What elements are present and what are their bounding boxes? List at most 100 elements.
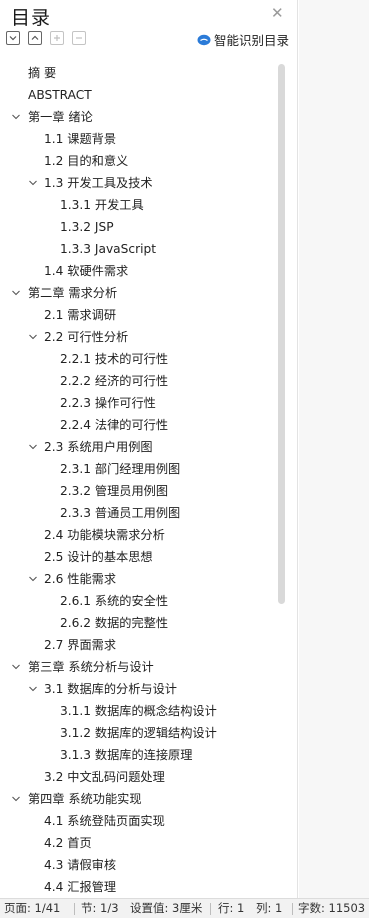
status-word-count[interactable]: 字数: 11503 <box>298 899 365 918</box>
toc-item-label: 3.2 中文乱码问题处理 <box>44 770 165 784</box>
toc-item[interactable]: 2.3.1 部门经理用例图 <box>0 458 284 480</box>
toc-item-label: ABSTRACT <box>28 88 92 102</box>
panel-title: 目录 <box>11 7 52 29</box>
toc-item-label: 4.4 汇报管理 <box>44 880 117 894</box>
toc-item-label: 1.3.1 开发工具 <box>60 198 144 212</box>
expand-all-icon[interactable] <box>6 31 20 45</box>
toc-item[interactable]: 2.3.3 普通员工用例图 <box>0 502 284 524</box>
toc-item[interactable]: 1.1 课题背景 <box>0 128 284 150</box>
chevron-down-icon[interactable] <box>28 332 38 342</box>
toc-item-label: 第三章 系统分析与设计 <box>28 660 154 674</box>
toc-item[interactable]: 1.3 开发工具及技术 <box>0 172 284 194</box>
scrollbar-thumb[interactable] <box>278 64 285 604</box>
toc-item-label: 2.6 性能需求 <box>44 572 117 586</box>
toc-item-label: 2.3.1 部门经理用例图 <box>60 462 181 476</box>
toc-tree: 摘 要 ABSTRACT 第一章 绪论 1.1 课题背景 1.2 目的和意义 1.3 开发… <box>0 62 284 898</box>
status-page[interactable]: 页面: 1/41 <box>4 899 60 918</box>
toc-item[interactable]: 摘 要 <box>0 62 284 84</box>
toc-item[interactable]: 4.1 系统登陆页面实现 <box>0 810 284 832</box>
toc-item[interactable]: 3.2 中文乱码问题处理 <box>0 766 284 788</box>
status-setting: 设置值: 3厘米 <box>130 901 203 915</box>
smart-toc-label: 智能识别目录 <box>213 33 289 48</box>
chevron-down-icon[interactable] <box>28 178 38 188</box>
toc-item[interactable]: 2.6.2 数据的完整性 <box>0 612 284 634</box>
close-icon[interactable]: ✕ <box>271 4 284 22</box>
toc-item[interactable]: 3.1.1 数据库的概念结构设计 <box>0 700 284 722</box>
status-divider <box>74 903 75 915</box>
toc-item-label: 3.1.3 数据库的连接原理 <box>60 748 193 762</box>
toc-item[interactable]: 2.2.4 法律的可行性 <box>0 414 284 436</box>
toc-item[interactable]: 2.4 功能模块需求分析 <box>0 524 284 546</box>
toc-item-label: 2.6.1 系统的安全性 <box>60 594 169 608</box>
toc-item[interactable]: 2.5 设计的基本思想 <box>0 546 284 568</box>
toc-item[interactable]: 4.4 汇报管理 <box>0 876 284 898</box>
toc-item[interactable]: ABSTRACT <box>0 84 284 106</box>
toc-item-label: 1.3 开发工具及技术 <box>44 176 153 190</box>
toc-item[interactable]: 3.1.2 数据库的逻辑结构设计 <box>0 722 284 744</box>
chevron-down-icon[interactable] <box>28 684 38 694</box>
toc-item[interactable]: 1.2 目的和意义 <box>0 150 284 172</box>
toc-panel: 目录 ✕ 智能识别目录 摘 要 ABSTRACT 第一章 绪论 1.1 课题背景 1.2… <box>0 0 298 898</box>
toc-item-label: 2.2 可行性分析 <box>44 330 129 344</box>
chevron-down-icon[interactable] <box>11 288 21 298</box>
toc-item-label: 第四章 系统功能实现 <box>28 792 142 806</box>
toc-item-label: 1.1 课题背景 <box>44 132 117 146</box>
toc-item[interactable]: 2.7 界面需求 <box>0 634 284 656</box>
cloud-icon <box>197 34 211 45</box>
toc-item-label: 2.2.3 操作可行性 <box>60 396 156 410</box>
smart-toc-button[interactable]: 智能识别目录 <box>197 30 289 49</box>
toc-item[interactable]: 2.3 系统用户用例图 <box>0 436 284 458</box>
toc-item-label: 2.3.2 管理员用例图 <box>60 484 169 498</box>
toc-item-label: 2.1 需求调研 <box>44 308 117 322</box>
toc-item[interactable]: 4.3 请假审核 <box>0 854 284 876</box>
toc-item[interactable]: 3.1.3 数据库的连接原理 <box>0 744 284 766</box>
toc-item[interactable]: 第三章 系统分析与设计 <box>0 656 284 678</box>
toc-item-label: 1.3.2 JSP <box>60 220 114 234</box>
chevron-down-icon[interactable] <box>11 662 21 672</box>
collapse-all-icon[interactable] <box>28 31 42 45</box>
chevron-down-icon[interactable] <box>28 574 38 584</box>
toc-item-label: 摘 要 <box>28 66 57 80</box>
chevron-down-icon[interactable] <box>11 794 21 804</box>
toc-item-label: 3.1.1 数据库的概念结构设计 <box>60 704 217 718</box>
status-section: 节: 1/3 <box>81 901 119 915</box>
toc-item[interactable]: 2.6 性能需求 <box>0 568 284 590</box>
toc-item[interactable]: 1.3.2 JSP <box>0 216 284 238</box>
toc-item[interactable]: 3.1 数据库的分析与设计 <box>0 678 284 700</box>
status-column: 列: 1 <box>256 901 283 915</box>
toc-item[interactable]: 第四章 系统功能实现 <box>0 788 284 810</box>
toc-item[interactable]: 2.2.2 经济的可行性 <box>0 370 284 392</box>
toc-item-label: 2.3 系统用户用例图 <box>44 440 153 454</box>
chevron-down-icon[interactable] <box>11 112 21 122</box>
toc-item[interactable]: 第一章 绪论 <box>0 106 284 128</box>
toc-item-label: 2.5 设计的基本思想 <box>44 550 153 564</box>
toc-item-label: 2.4 功能模块需求分析 <box>44 528 165 542</box>
add-level-icon[interactable] <box>50 31 64 45</box>
toc-item-label: 4.2 首页 <box>44 836 92 850</box>
toc-item[interactable]: 2.2 可行性分析 <box>0 326 284 348</box>
toc-item[interactable]: 第二章 需求分析 <box>0 282 284 304</box>
toc-item[interactable]: 1.3.1 开发工具 <box>0 194 284 216</box>
toc-item-label: 4.1 系统登陆页面实现 <box>44 814 165 828</box>
toc-item[interactable]: 2.2.1 技术的可行性 <box>0 348 284 370</box>
toc-item-label: 1.4 软硬件需求 <box>44 264 129 278</box>
status-divider <box>210 903 211 915</box>
toc-item[interactable]: 2.2.3 操作可行性 <box>0 392 284 414</box>
status-divider <box>292 903 293 915</box>
toc-item[interactable]: 2.1 需求调研 <box>0 304 284 326</box>
toc-item-label: 3.1 数据库的分析与设计 <box>44 682 177 696</box>
remove-level-icon[interactable] <box>72 31 86 45</box>
toc-item[interactable]: 1.4 软硬件需求 <box>0 260 284 282</box>
chevron-down-icon[interactable] <box>28 442 38 452</box>
toc-item[interactable]: 2.3.2 管理员用例图 <box>0 480 284 502</box>
toc-item-label: 4.3 请假审核 <box>44 858 117 872</box>
toc-item-label: 1.2 目的和意义 <box>44 154 129 168</box>
toc-item[interactable]: 1.3.3 JavaScript <box>0 238 284 260</box>
toc-item-label: 第二章 需求分析 <box>28 286 118 300</box>
toc-item-label: 3.1.2 数据库的逻辑结构设计 <box>60 726 217 740</box>
toc-item-label: 第一章 绪论 <box>28 110 93 124</box>
toc-toolbar <box>6 31 86 45</box>
toc-item[interactable]: 2.6.1 系统的安全性 <box>0 590 284 612</box>
status-bar: 页面: 1/41 节: 1/3 设置值: 3厘米 行: 1 列: 1 字数: 1… <box>0 898 369 918</box>
toc-item[interactable]: 4.2 首页 <box>0 832 284 854</box>
